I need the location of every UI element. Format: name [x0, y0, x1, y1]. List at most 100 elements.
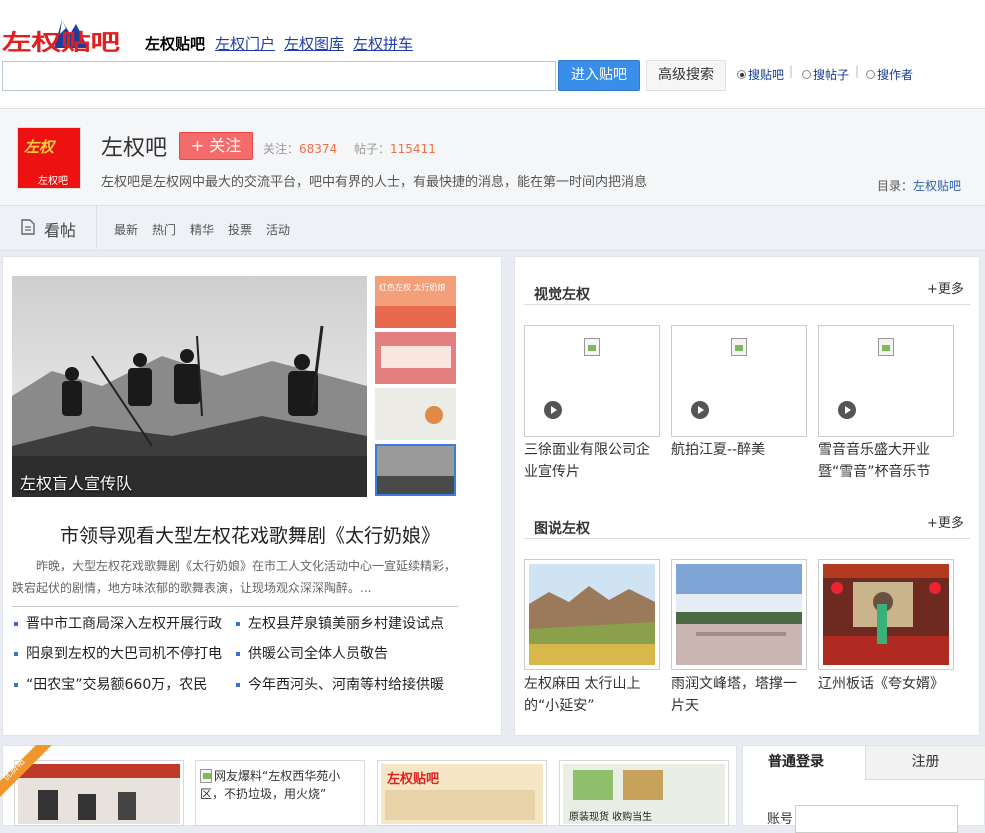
slide-thumb-1[interactable]: 红色左权 太行奶娘 [375, 276, 456, 328]
news-item[interactable]: “田农宝”交易额660万，农民 [14, 674, 229, 694]
product-box [573, 770, 613, 800]
featured-slide-image[interactable] [12, 276, 367, 497]
picture-caption[interactable]: 雨润文峰塔，塔撑一片天 [671, 673, 807, 717]
catalog-link[interactable]: 左权贴吧 [913, 179, 961, 193]
ad-text-block [385, 790, 535, 820]
thumb-decoration [375, 306, 456, 328]
nav-link-tieba[interactable]: 左权贴吧 [145, 33, 205, 54]
separator: | [855, 64, 860, 78]
account-label: 账号 [767, 812, 794, 827]
slide-thumb-2[interactable] [375, 332, 456, 384]
picture-thumb-1[interactable] [524, 559, 660, 670]
tab-normal-login[interactable]: 普通登录 [743, 746, 865, 780]
nav-featured[interactable]: 精华 [190, 221, 214, 238]
thumb-decoration [425, 406, 443, 424]
radio-dot-icon [737, 70, 746, 79]
news-item[interactable]: 供暖公司全体人员敬告 [236, 643, 451, 663]
stage-photo [823, 564, 949, 665]
radio-search-forum[interactable]: 搜贴吧 [737, 66, 784, 83]
picture-thumb-2[interactable] [671, 559, 807, 670]
tab-register[interactable]: 注册 [865, 746, 985, 780]
section-divider [524, 304, 970, 305]
post-thumb-image: 左权贴吧 [381, 764, 543, 824]
picture-thumb-3[interactable] [818, 559, 954, 670]
broken-image-alt-text: 网友爆料“左权西华苑小区，不扔垃圾，用火烧” [200, 769, 341, 801]
video-caption[interactable]: 雪音音乐盛大开业暨“雪音”杯音乐节 [818, 439, 954, 483]
tab-view-posts-label: 看帖 [44, 221, 77, 240]
radio-search-posts[interactable]: 搜帖子 [802, 66, 849, 83]
post-thumb-caption: 原装现货 收购当生 [569, 812, 653, 823]
follow-count: 68374 [299, 142, 338, 156]
divider [12, 606, 458, 607]
news-item[interactable]: 阳泉到左权的大巴司机不停打电 [14, 643, 229, 663]
forum-avatar[interactable]: 左权 左权吧 [17, 127, 81, 189]
forum-catalog: 目录：左权贴吧 [877, 177, 961, 194]
play-icon[interactable] [838, 401, 856, 419]
site-logo[interactable]: 左权贴吧 [2, 12, 120, 56]
search-input[interactable] [2, 61, 556, 91]
radio-dot-icon [802, 70, 811, 79]
feature-headline[interactable]: 市领导观看大型左权花戏歌舞剧《太行奶娘》 [0, 521, 500, 548]
broken-image-icon [584, 338, 600, 356]
enter-forum-button[interactable]: 进入贴吧 [558, 60, 640, 91]
separator: | [789, 64, 794, 78]
forum-nav-bar [0, 205, 985, 251]
radio-label: 搜帖子 [813, 68, 850, 82]
nav-link-portal[interactable]: 左权门户 [215, 33, 275, 54]
visual-more-link[interactable]: +更多 [927, 278, 964, 297]
news-item[interactable]: 晋中市工商局深入左权开展行政 [14, 613, 229, 633]
person-figure [78, 794, 96, 820]
follow-stat: 关注：68374 [263, 140, 337, 157]
thumb-decoration [377, 476, 454, 494]
slide-thumb-3[interactable] [375, 388, 456, 440]
nav-latest[interactable]: 最新 [114, 221, 138, 238]
quality-post-card-1[interactable] [14, 760, 184, 826]
video-caption[interactable]: 三徐面业有限公司企业宣传片 [524, 439, 660, 483]
account-input[interactable] [795, 805, 958, 833]
follow-button[interactable]: + 关注 [179, 132, 253, 160]
feature-summary: 昨晚，大型左权花戏歌舞剧《太行奶娘》在市工人文化活动中心一宣延续精彩，跌宕起伏的… [12, 559, 457, 595]
catalog-label: 目录： [877, 179, 914, 193]
advanced-search-button[interactable]: 高级搜索 [646, 60, 726, 91]
post-thumb-image: 原装现货 收购当生 [563, 764, 725, 824]
forum-description: 左权吧是左权网中最大的交流平台，吧中有界的人士，有最快捷的消息，能在第一时间内把… [101, 175, 648, 190]
tab-view-posts[interactable]: 看帖 [0, 205, 97, 249]
radio-search-author[interactable]: 搜作者 [866, 66, 913, 83]
radio-dot-icon [866, 70, 875, 79]
news-item[interactable]: 今年西河头、河南等村给接供暖 [236, 674, 451, 694]
tower-photo [676, 564, 802, 665]
quality-post-card-2[interactable]: 网友爆料“左权西华苑小区，不扔垃圾，用火烧” [195, 760, 365, 826]
play-icon[interactable] [544, 401, 562, 419]
product-box [623, 770, 663, 800]
document-icon [21, 219, 35, 235]
slide-thumb-4[interactable] [375, 444, 456, 496]
broken-image-icon [200, 769, 212, 783]
video-thumb-2[interactable] [671, 325, 807, 437]
video-thumb-1[interactable] [524, 325, 660, 437]
picture-caption[interactable]: 辽州板话《夸女婿》 [818, 673, 954, 695]
quality-post-card-3[interactable]: 左权贴吧 [377, 760, 547, 826]
nav-hot[interactable]: 热门 [152, 221, 176, 238]
post-thumb-logo-text: 左权贴吧 [387, 772, 440, 787]
person-figure [118, 792, 136, 820]
post-thumb-image [18, 764, 180, 824]
news-item[interactable]: 左权县芹泉镇美丽乡村建设试点 [236, 613, 451, 633]
broken-image-icon [731, 338, 747, 356]
forum-avatar-bottom-text: 左权吧 [38, 176, 68, 187]
picture-caption[interactable]: 左权麻田 太行山上的“小延安” [524, 673, 660, 717]
quality-post-card-4[interactable]: 原装现货 收购当生 [559, 760, 729, 826]
nav-activity[interactable]: 活动 [266, 221, 290, 238]
nav-link-gallery[interactable]: 左权图库 [284, 33, 344, 54]
forum-name: 左权吧 [101, 136, 168, 161]
video-caption[interactable]: 航拍江夏--醉美 [671, 439, 807, 461]
nav-link-carpool[interactable]: 左权拼车 [353, 33, 413, 54]
pictures-more-link[interactable]: +更多 [927, 512, 964, 531]
pictures-section-title: 图说左权 [534, 521, 590, 537]
play-icon[interactable] [691, 401, 709, 419]
nav-vote[interactable]: 投票 [228, 221, 252, 238]
landscape-photo [529, 564, 655, 665]
top-header [0, 0, 985, 108]
video-thumb-3[interactable] [818, 325, 954, 437]
posts-count: 115411 [390, 142, 436, 156]
forum-avatar-top-text: 左权 [24, 140, 55, 156]
